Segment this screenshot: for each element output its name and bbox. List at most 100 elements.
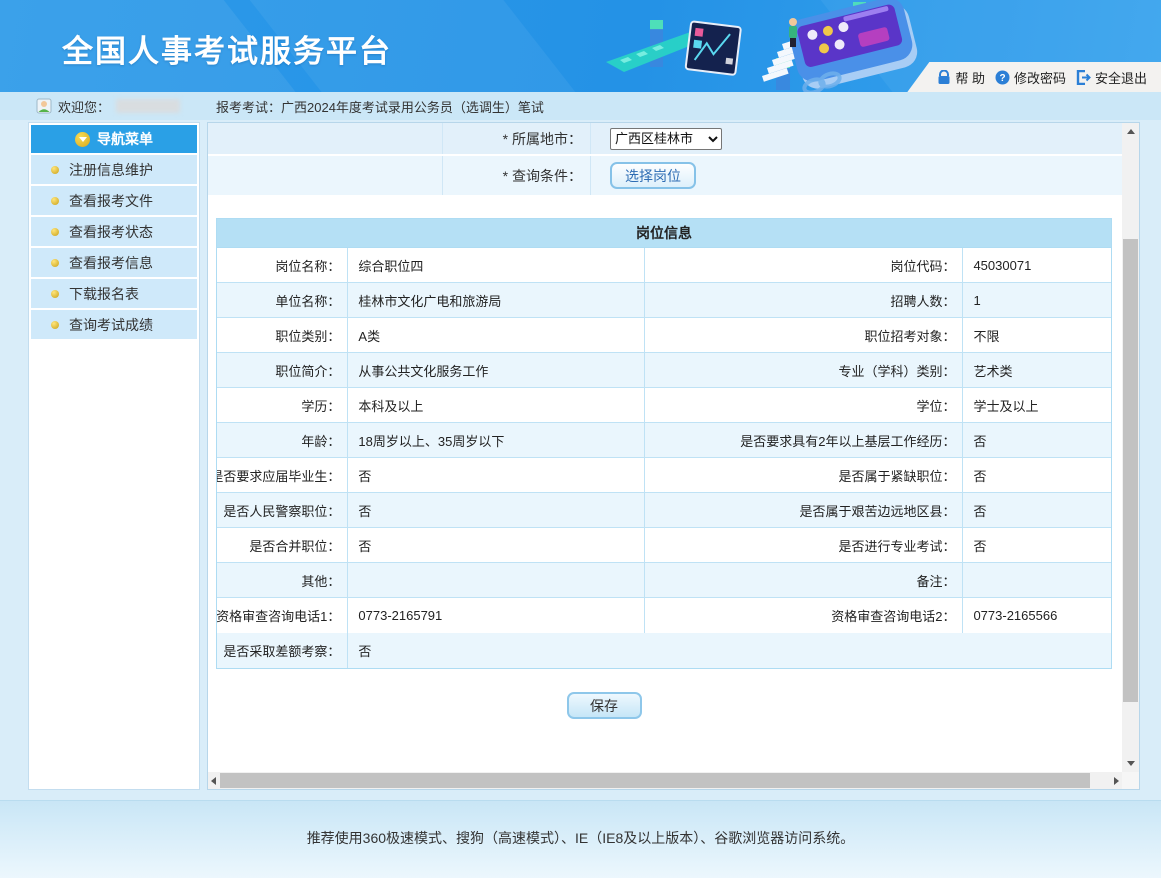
field-label: 是否人民警察职位： [217, 493, 348, 527]
sidebar-item-label: 查看报考文件 [69, 191, 153, 211]
field-value: 本科及以上 [348, 388, 645, 422]
table-row: 是否要求应届毕业生：否是否属于紧缺职位：否 [217, 458, 1111, 493]
field-label: 是否采取差额考察： [217, 633, 348, 668]
content-area: * 所属地市： 广西区桂林市 * 查询条件： 选择岗位 岗位信息 岗位名称：综合… [208, 123, 1122, 772]
sidebar: 导航菜单 注册信息维护查看报考文件查看报考状态查看报考信息下载报名表查询考试成绩 [28, 122, 200, 790]
field-value: 18周岁以上、35周岁以下 [348, 423, 645, 457]
field-value: 否 [348, 528, 645, 562]
save-button[interactable]: 保存 [567, 692, 642, 719]
lock-icon [937, 70, 951, 85]
field-value: 桂林市文化广电和旅游局 [348, 283, 645, 317]
field-value: 1 [963, 283, 1111, 317]
field-label: 职位类别： [217, 318, 348, 352]
query-label: * 查询条件： [443, 156, 591, 195]
person-icon [36, 98, 52, 114]
logout-link-label: 安全退出 [1095, 68, 1147, 87]
sidebar-item-label: 注册信息维护 [69, 160, 153, 180]
field-value: 否 [348, 458, 645, 492]
sidebar-item[interactable]: 注册信息维护 [31, 155, 197, 184]
field-label: 备注： [645, 563, 963, 597]
field-label: 年龄： [217, 423, 348, 457]
field-label: 是否要求应届毕业生： [217, 458, 348, 492]
redacted-username [116, 99, 180, 113]
field-label: 是否属于紧缺职位： [645, 458, 963, 492]
vertical-scrollbar[interactable] [1122, 123, 1139, 772]
sidebar-item[interactable]: 查看报考状态 [31, 217, 197, 246]
field-label: 专业（学科）类别： [645, 353, 963, 387]
field-label: 是否进行专业考试： [645, 528, 963, 562]
bullet-icon [51, 259, 59, 267]
spacer-cell [208, 156, 443, 195]
horizontal-scrollbar[interactable] [208, 772, 1122, 789]
field-value: 45030071 [963, 248, 1111, 282]
table-row: 单位名称：桂林市文化广电和旅游局招聘人数：1 [217, 283, 1111, 318]
change-password-link-label: 修改密码 [1014, 68, 1066, 87]
change-password-link[interactable]: ? 修改密码 [995, 68, 1066, 87]
field-label: 是否要求具有2年以上基层工作经历： [645, 423, 963, 457]
field-label: 职位招考对象： [645, 318, 963, 352]
field-value: 否 [963, 493, 1111, 527]
scrollbar-corner [1122, 772, 1139, 789]
table-row: 岗位名称：综合职位四岗位代码：45030071 [217, 248, 1111, 283]
field-value: 0773-2165791 [348, 598, 645, 633]
sidebar-item[interactable]: 查询考试成绩 [31, 310, 197, 339]
field-value: 艺术类 [963, 353, 1111, 387]
city-select[interactable]: 广西区桂林市 [610, 128, 722, 150]
bullet-icon [51, 228, 59, 236]
table-row: 是否合并职位：否是否进行专业考试：否 [217, 528, 1111, 563]
footer: 推荐使用360极速模式、搜狗（高速模式）、IE（IE8及以上版本）、谷歌浏览器访… [0, 800, 1161, 878]
table-row: 职位类别：A类职位招考对象：不限 [217, 318, 1111, 353]
site-title: 全国人事考试服务平台 [62, 26, 392, 71]
sidebar-item-label: 查看报考信息 [69, 253, 153, 273]
scroll-down-arrow-icon[interactable] [1127, 761, 1135, 766]
sidebar-item[interactable]: 下载报名表 [31, 279, 197, 308]
header-links-bar: 帮 助 ? 修改密码 安全退出 [907, 62, 1161, 92]
field-value: 否 [963, 458, 1111, 492]
job-table-rows: 岗位名称：综合职位四岗位代码：45030071单位名称：桂林市文化广电和旅游局招… [217, 248, 1111, 633]
field-label: 资格审查咨询电话1： [217, 598, 348, 633]
job-table-title: 岗位信息 [217, 219, 1111, 248]
scroll-left-arrow-icon[interactable] [211, 777, 216, 785]
question-icon: ? [995, 70, 1010, 85]
table-row: 其他： 备注： [217, 563, 1111, 598]
scroll-up-arrow-icon[interactable] [1127, 129, 1135, 134]
field-label: 岗位名称： [217, 248, 348, 282]
field-value: 不限 [963, 318, 1111, 352]
field-value [348, 563, 645, 597]
field-label: 学历： [217, 388, 348, 422]
sidebar-item[interactable]: 查看报考文件 [31, 186, 197, 215]
sidebar-item[interactable]: 查看报考信息 [31, 248, 197, 277]
table-row: 是否采取差额考察： 否 [217, 633, 1111, 668]
field-value: 否 [348, 633, 1111, 668]
city-row: * 所属地市： 广西区桂林市 [208, 123, 1122, 156]
field-value: 否 [963, 423, 1111, 457]
sidebar-menu: 注册信息维护查看报考文件查看报考状态查看报考信息下载报名表查询考试成绩 [31, 155, 197, 339]
field-value: 综合职位四 [348, 248, 645, 282]
field-label: 是否属于艰苦边远地区县： [645, 493, 963, 527]
horizontal-scrollbar-thumb[interactable] [220, 773, 1090, 788]
sidebar-item-label: 查看报考状态 [69, 222, 153, 242]
sidebar-header-label: 导航菜单 [97, 129, 153, 149]
field-label: 岗位代码： [645, 248, 963, 282]
field-label: 其他： [217, 563, 348, 597]
logout-link[interactable]: 安全退出 [1076, 68, 1147, 87]
city-label: * 所属地市： [443, 123, 591, 154]
vertical-scrollbar-thumb[interactable] [1123, 239, 1138, 702]
table-row: 职位简介：从事公共文化服务工作专业（学科）类别：艺术类 [217, 353, 1111, 388]
help-link[interactable]: 帮 助 [937, 68, 985, 87]
field-value [963, 563, 1111, 597]
header-illustration [600, 0, 930, 92]
field-label: 资格审查咨询电话2： [645, 598, 963, 633]
select-position-button[interactable]: 选择岗位 [610, 162, 696, 189]
field-label: 招聘人数： [645, 283, 963, 317]
job-info-table: 岗位信息 岗位名称：综合职位四岗位代码：45030071单位名称：桂林市文化广电… [216, 218, 1112, 669]
field-value: 从事公共文化服务工作 [348, 353, 645, 387]
sidebar-item-label: 下载报名表 [69, 284, 139, 304]
header: 全国人事考试服务平台 帮 助 ? 修改密码 安全退出 [0, 0, 1161, 92]
browser-recommendation: 推荐使用360极速模式、搜狗（高速模式）、IE（IE8及以上版本）、谷歌浏览器访… [0, 801, 1161, 848]
sidebar-header[interactable]: 导航菜单 [31, 125, 197, 153]
exam-info: 报考考试：广西2024年度考试录用公务员（选调生）笔试 [216, 97, 544, 116]
chevron-down-circle-icon [75, 132, 90, 147]
scroll-right-arrow-icon[interactable] [1114, 777, 1119, 785]
query-row: * 查询条件： 选择岗位 [208, 156, 1122, 197]
